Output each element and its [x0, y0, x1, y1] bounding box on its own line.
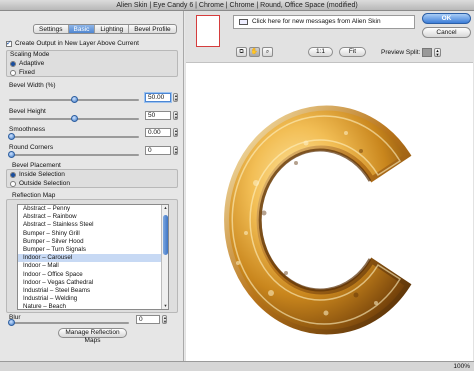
cancel-button[interactable]: Cancel — [422, 27, 471, 38]
smoothness-field[interactable]: 0.00 — [145, 128, 171, 137]
navigator-thumbnail[interactable] — [196, 15, 220, 47]
scroll-up-arrow-icon[interactable]: ▲ — [162, 205, 168, 211]
zoom-level: 100% — [453, 363, 470, 370]
zoom-tool-icon[interactable]: ⌕ — [262, 47, 273, 57]
list-item[interactable]: Abstract – Penny — [18, 205, 168, 213]
list-item[interactable]: Indoor – Mall — [18, 262, 168, 270]
copy-tool-icon[interactable]: ⧉ — [236, 47, 247, 57]
preview-canvas[interactable] — [186, 62, 473, 361]
fixed-radio[interactable] — [10, 69, 16, 76]
preview-split-dropdown-icon[interactable]: ▲ ▼ — [434, 48, 441, 57]
smoothness-slider[interactable] — [9, 136, 139, 138]
reflection-map-scrollbar[interactable]: ▲ ▼ — [161, 205, 168, 309]
preview-split-label: Preview Split: — [381, 49, 421, 56]
list-item[interactable]: Indoor – Vegas Cathedral — [18, 279, 168, 287]
bevel-height-field[interactable]: 50 — [145, 111, 171, 120]
inside-selection-option[interactable]: Inside Selection — [10, 171, 65, 178]
smoothness-stepper[interactable]: ▲ ▼ — [173, 128, 178, 137]
reflection-map-label: Reflection Map — [12, 192, 56, 199]
adaptive-label: Adaptive — [19, 60, 45, 67]
list-item[interactable]: Bumper – Turn Signals — [18, 246, 168, 254]
scaling-mode-label: Scaling Mode — [10, 51, 50, 58]
round-corners-label: Round Corners — [9, 144, 54, 151]
list-item[interactable]: Industrial – Welding — [18, 295, 168, 303]
smoothness-slider-knob[interactable] — [8, 133, 15, 140]
bevel-width-slider-knob[interactable] — [71, 96, 78, 103]
inside-selection-label: Inside Selection — [19, 171, 65, 178]
alien-skin-messages[interactable]: Click here for new messages from Alien S… — [233, 15, 415, 29]
bevel-height-label: Bevel Height — [9, 108, 46, 115]
bevel-width-label: Bevel Width (%) — [9, 82, 56, 89]
round-corners-field[interactable]: 0 — [145, 146, 171, 155]
list-item[interactable]: Industrial – Steel Beams — [18, 287, 168, 295]
ok-button[interactable]: OK — [422, 13, 471, 24]
adaptive-radio[interactable] — [10, 60, 16, 67]
scroll-thumb[interactable] — [163, 215, 168, 255]
bevel-width-stepper[interactable]: ▲ ▼ — [173, 93, 178, 102]
blur-field[interactable]: 0 — [136, 315, 160, 324]
scroll-down-arrow-icon[interactable]: ▼ — [162, 303, 168, 309]
list-item[interactable]: Indoor – Office Space — [18, 271, 168, 279]
tab-basic[interactable]: Basic — [68, 25, 96, 33]
bevel-height-slider-knob[interactable] — [71, 115, 78, 122]
scaling-adaptive-option[interactable]: Adaptive — [10, 60, 44, 67]
reflection-map-list[interactable]: Abstract – Penny Abstract – Rainbow Abstra… — [17, 204, 169, 310]
preview-split-select[interactable] — [422, 48, 432, 57]
blur-slider[interactable] — [9, 322, 129, 324]
tab-bevel-profile[interactable]: Bevel Profile — [129, 25, 176, 33]
tab-bar: Settings Basic Lighting Bevel Profile — [33, 24, 177, 34]
outside-selection-option[interactable]: Outside Selection — [10, 180, 70, 187]
reflection-map-items: Abstract – Penny Abstract – Rainbow Abstra… — [18, 205, 168, 309]
outside-selection-label: Outside Selection — [19, 180, 70, 187]
smoothness-label: Smoothness — [9, 126, 46, 133]
window-title: Alien Skin | Eye Candy 6 | Chrome | Chro… — [0, 0, 474, 11]
settings-panel: Settings Basic Lighting Bevel Profile Cr… — [0, 11, 184, 361]
create-output-label: Create Output in New Layer Above Current — [15, 40, 139, 47]
create-output-option[interactable]: Create Output in New Layer Above Current — [6, 39, 139, 47]
list-item[interactable]: Abstract – Stainless Steel — [18, 221, 168, 229]
blur-slider-knob[interactable] — [8, 319, 15, 326]
bevel-width-field[interactable]: 50.00 — [145, 93, 171, 102]
chrome-letter-c-preview — [224, 105, 412, 335]
status-bar: 100% — [0, 361, 474, 371]
list-item[interactable]: Abstract – Rainbow — [18, 213, 168, 221]
outside-selection-radio[interactable] — [10, 180, 16, 187]
message-text: Click here for new messages from Alien S… — [252, 18, 381, 25]
manage-reflection-maps-button[interactable]: Manage Reflection Maps — [58, 328, 127, 344]
bevel-placement-label: Bevel Placement — [12, 162, 61, 169]
inside-selection-radio[interactable] — [10, 171, 16, 178]
zoom-1to1-button[interactable]: 1:1 — [308, 47, 333, 57]
round-corners-slider[interactable] — [9, 154, 139, 156]
list-item[interactable]: Bumper – Silver Hood — [18, 238, 168, 246]
blur-stepper[interactable]: ▲ ▼ — [162, 315, 167, 324]
list-item[interactable]: Indoor – Carousel — [18, 254, 168, 263]
message-icon — [239, 19, 248, 25]
hand-tool-icon[interactable]: ✋ — [249, 47, 260, 57]
tab-lighting[interactable]: Lighting — [95, 25, 130, 33]
round-corners-stepper[interactable]: ▲ ▼ — [173, 146, 178, 155]
list-item[interactable]: Nature – Beach — [18, 303, 168, 309]
tab-settings[interactable]: Settings — [34, 25, 69, 33]
fit-button[interactable]: Fit — [339, 47, 366, 57]
round-corners-slider-knob[interactable] — [8, 151, 15, 158]
preview-panel: Click here for new messages from Alien S… — [185, 11, 474, 361]
bevel-height-stepper[interactable]: ▲ ▼ — [173, 111, 178, 120]
list-item[interactable]: Bumper – Shiny Grill — [18, 230, 168, 238]
fixed-label: Fixed — [19, 69, 35, 76]
scaling-fixed-option[interactable]: Fixed — [10, 69, 35, 76]
create-output-checkbox[interactable] — [6, 39, 12, 47]
